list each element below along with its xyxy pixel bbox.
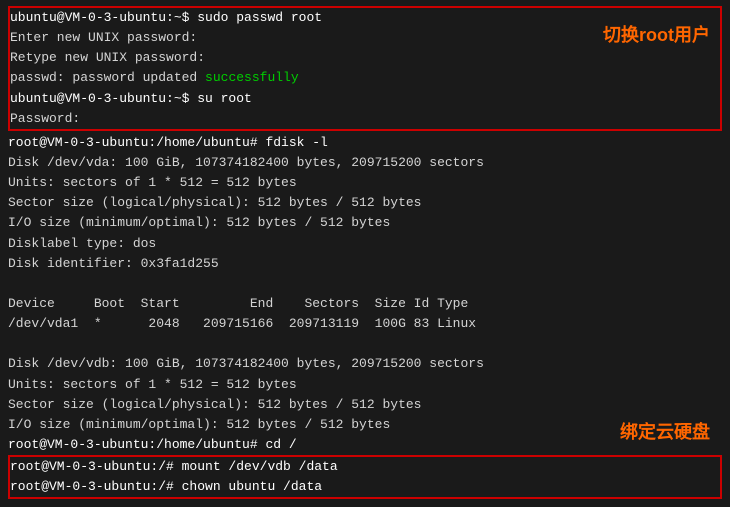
line-empty-1	[8, 274, 722, 294]
line-disk-vdb-2: Units: sectors of 1 * 512 = 512 bytes	[8, 375, 722, 395]
line-retype-pw: Retype new UNIX password:	[10, 48, 720, 68]
line-disk-vdb-4: I/O size (minimum/optimal): 512 bytes / …	[8, 415, 722, 435]
line-fdisk-cmd: root@VM-0-3-ubuntu:/home/ubuntu# fdisk -…	[8, 133, 722, 153]
line-su-root: ubuntu@VM-0-3-ubuntu:~$ su root	[10, 89, 720, 109]
block-bind-disk: root@VM-0-3-ubuntu:/# mount /dev/vdb /da…	[8, 455, 722, 499]
line-table-header: Device Boot Start End Sectors Size Id Ty…	[8, 294, 722, 314]
line-disk-vda-1: Disk /dev/vda: 100 GiB, 107374182400 byt…	[8, 153, 722, 173]
line-disk-vda-5: Disklabel type: dos	[8, 234, 722, 254]
line-disk-vda-3: Sector size (logical/physical): 512 byte…	[8, 193, 722, 213]
line-disk-vda-4: I/O size (minimum/optimal): 512 bytes / …	[8, 213, 722, 233]
line-disk-vda-6: Disk identifier: 0x3fa1d255	[8, 254, 722, 274]
line-password-prompt: Password:	[10, 109, 720, 129]
annotation-switch-root: 切换root用户	[603, 22, 710, 50]
line-disk-vdb-3: Sector size (logical/physical): 512 byte…	[8, 395, 722, 415]
line-chown-cmd: root@VM-0-3-ubuntu:/# chown ubuntu /data	[10, 477, 720, 497]
annotation-bind-disk: 绑定云硬盘	[620, 419, 710, 447]
text-successfully: successfully	[205, 70, 299, 85]
terminal-window: 切换root用户 ubuntu@VM-0-3-ubuntu:~$ sudo pa…	[0, 0, 730, 507]
line-disk-vdb-1: Disk /dev/vdb: 100 GiB, 107374182400 byt…	[8, 354, 722, 374]
line-disk-vda-2: Units: sectors of 1 * 512 = 512 bytes	[8, 173, 722, 193]
line-passwd-updated: passwd: password updated successfully	[10, 68, 720, 88]
line-table-vda1: /dev/vda1 * 2048 209715166 209713119 100…	[8, 314, 722, 334]
line-mount-cmd: root@VM-0-3-ubuntu:/# mount /dev/vdb /da…	[10, 457, 720, 477]
line-cd-cmd: root@VM-0-3-ubuntu:/home/ubuntu# cd /	[8, 435, 722, 455]
line-empty-2	[8, 334, 722, 354]
